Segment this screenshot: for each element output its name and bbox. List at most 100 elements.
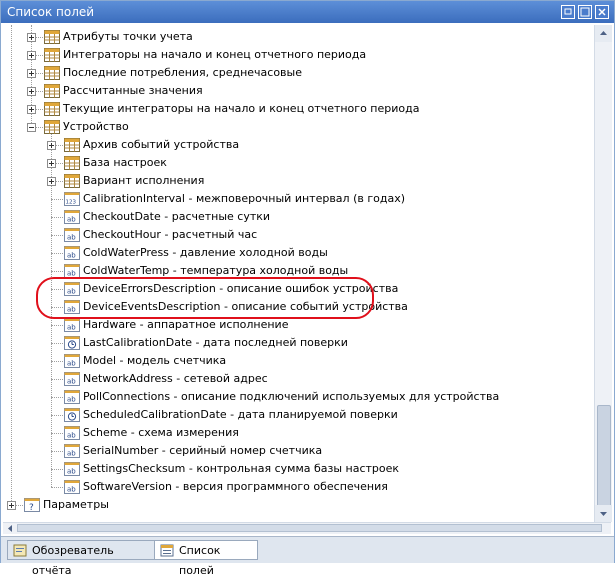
arrow-down-icon xyxy=(600,512,607,516)
tree-item-label: База настроек xyxy=(83,156,167,169)
tree-item-label: Интеграторы на начало и конец отчетного … xyxy=(63,48,367,61)
text-field-icon: ab xyxy=(64,390,80,404)
svg-text:ab: ab xyxy=(67,450,76,458)
tree-item-label: Последние потребления, среднечасовые xyxy=(63,66,302,79)
svg-text:ab: ab xyxy=(67,324,76,332)
scroll-thumb[interactable] xyxy=(597,405,611,507)
expand-plus-icon[interactable] xyxy=(7,501,16,510)
date-field-icon xyxy=(64,408,80,422)
tree-item-label: SoftwareVersion - версия программного об… xyxy=(83,480,388,493)
tree-item-label: Рассчитанные значения xyxy=(63,84,203,97)
expand-plus-icon[interactable] xyxy=(47,159,56,168)
expand-plus-icon[interactable] xyxy=(47,177,56,186)
table-icon xyxy=(44,120,60,134)
tree-row[interactable]: Рассчитанные значения xyxy=(3,82,593,100)
table-icon xyxy=(44,30,60,44)
tree-item-label: Текущие интеграторы на начало и конец от… xyxy=(63,102,420,115)
table-icon xyxy=(64,156,80,170)
window-title: Список полей xyxy=(7,5,95,19)
tree-item-label: ScheduledCalibrationDate - дата планируе… xyxy=(83,408,398,421)
expand-plus-icon[interactable] xyxy=(47,141,56,150)
text-field-icon: ab xyxy=(64,426,80,440)
tree-row[interactable]: ab CheckoutDate - расчетные сутки xyxy=(3,208,593,226)
tree-row[interactable]: ab ColdWaterPress - давление холодной вод… xyxy=(3,244,593,262)
parameters-icon: ? xyxy=(24,498,40,513)
text-field-icon: ab xyxy=(64,264,80,278)
svg-text:?: ? xyxy=(29,503,34,512)
svg-text:ab: ab xyxy=(67,360,76,368)
tree-item-label: Вариант исполнения xyxy=(83,174,205,187)
restore-icon xyxy=(564,8,572,15)
svg-text:ab: ab xyxy=(67,216,76,224)
text-field-icon: ab xyxy=(64,246,80,260)
text-field-icon: ab xyxy=(64,210,80,224)
tree-row[interactable]: ab SettingsChecksum - контрольная сумма б… xyxy=(3,460,593,478)
text-field-icon: ab xyxy=(64,318,80,332)
tree-row[interactable]: Атрибуты точки учета xyxy=(3,28,593,46)
title-bar: Список полей xyxy=(1,1,614,23)
tree-row[interactable]: Устройство xyxy=(3,118,593,136)
collapse-minus-icon[interactable] xyxy=(27,123,36,132)
close-icon xyxy=(598,8,606,16)
tree-item-label: CalibrationInterval - межповерочный инте… xyxy=(83,192,405,205)
tree-row[interactable]: ab PollConnections - описание подключений… xyxy=(3,388,593,406)
tree-row[interactable]: LastCalibrationDate - дата последней пов… xyxy=(3,334,593,352)
maximize-button[interactable] xyxy=(578,5,592,19)
tree-item-label: PollConnections - описание подключений и… xyxy=(83,390,500,403)
tree-row[interactable]: ab CheckoutHour - расчетный час xyxy=(3,226,593,244)
tree-row[interactable]: ? Параметры xyxy=(3,496,593,514)
tree-row[interactable]: ab Model - модель счетчика xyxy=(3,352,593,370)
text-field-icon: ab xyxy=(64,480,80,494)
horizontal-scrollbar[interactable] xyxy=(3,522,611,534)
tree-row[interactable]: Архив событий устройства xyxy=(3,136,593,154)
arrow-up-icon xyxy=(600,31,607,35)
text-field-icon: ab xyxy=(64,372,80,386)
expand-plus-icon[interactable] xyxy=(27,51,36,60)
svg-text:ab: ab xyxy=(67,486,76,494)
tree-item-label: Устройство xyxy=(63,120,129,133)
tab-field-list[interactable]: Список полей xyxy=(154,540,258,577)
text-field-icon: ab xyxy=(64,444,80,458)
tree-item-label: SerialNumber - серийный номер счетчика xyxy=(83,444,323,457)
tree-item-label: Model - модель счетчика xyxy=(83,354,227,367)
tree-row[interactable]: ab SerialNumber - серийный номер счетчика xyxy=(3,442,593,460)
tree-item-label: CheckoutDate - расчетные сутки xyxy=(83,210,271,223)
tree-row[interactable]: База настроек xyxy=(3,154,593,172)
expand-plus-icon[interactable] xyxy=(27,33,36,42)
tree-row[interactable]: Текущие интеграторы на начало и конец от… xyxy=(3,100,593,118)
tree-item-label: CheckoutHour - расчетный час xyxy=(83,228,258,241)
tab-report-explorer-label: Обозреватель отчёта xyxy=(32,544,114,577)
tree-row[interactable]: ab NetworkAddress - сетевой адрес xyxy=(3,370,593,388)
tree-item-label: Параметры xyxy=(43,498,109,511)
expand-plus-icon[interactable] xyxy=(27,69,36,78)
svg-text:123: 123 xyxy=(66,200,77,206)
tree-row[interactable]: Последние потребления, среднечасовые xyxy=(3,64,593,82)
table-icon xyxy=(44,66,60,80)
table-icon xyxy=(44,48,60,62)
tree-row[interactable]: ScheduledCalibrationDate - дата планируе… xyxy=(3,406,593,424)
svg-text:ab: ab xyxy=(67,432,76,440)
tree-row[interactable]: Вариант исполнения xyxy=(3,172,593,190)
date-field-icon xyxy=(64,336,80,350)
field-tree[interactable]: Атрибуты точки учета Интеграторы на начал… xyxy=(3,25,594,522)
tree-item-label: Атрибуты точки учета xyxy=(63,30,193,43)
tree-row[interactable]: ab Scheme - схема измерения xyxy=(3,424,593,442)
tree-row[interactable]: 123 CalibrationInterval - межповерочный и… xyxy=(3,190,593,208)
close-button[interactable] xyxy=(595,5,609,19)
tree-row[interactable]: Интеграторы на начало и конец отчетного … xyxy=(3,46,593,64)
text-field-icon: ab xyxy=(64,354,80,368)
vertical-scrollbar[interactable] xyxy=(594,25,612,522)
hscroll-thumb[interactable] xyxy=(17,524,602,532)
restore-button[interactable] xyxy=(561,5,575,19)
tab-report-explorer[interactable]: Обозреватель отчёта xyxy=(7,540,155,577)
tab-field-list-label: Список полей xyxy=(179,544,221,577)
expand-plus-icon[interactable] xyxy=(27,87,36,96)
arrow-left-icon[interactable] xyxy=(4,523,16,534)
scroll-down-button[interactable] xyxy=(595,505,612,522)
svg-text:ab: ab xyxy=(67,234,76,242)
expand-plus-icon[interactable] xyxy=(27,105,36,114)
text-field-icon: ab xyxy=(64,462,80,476)
scroll-up-button[interactable] xyxy=(595,25,612,42)
tree-item-label: Архив событий устройства xyxy=(83,138,240,151)
tree-row[interactable]: ab SoftwareVersion - версия программного … xyxy=(3,478,593,496)
